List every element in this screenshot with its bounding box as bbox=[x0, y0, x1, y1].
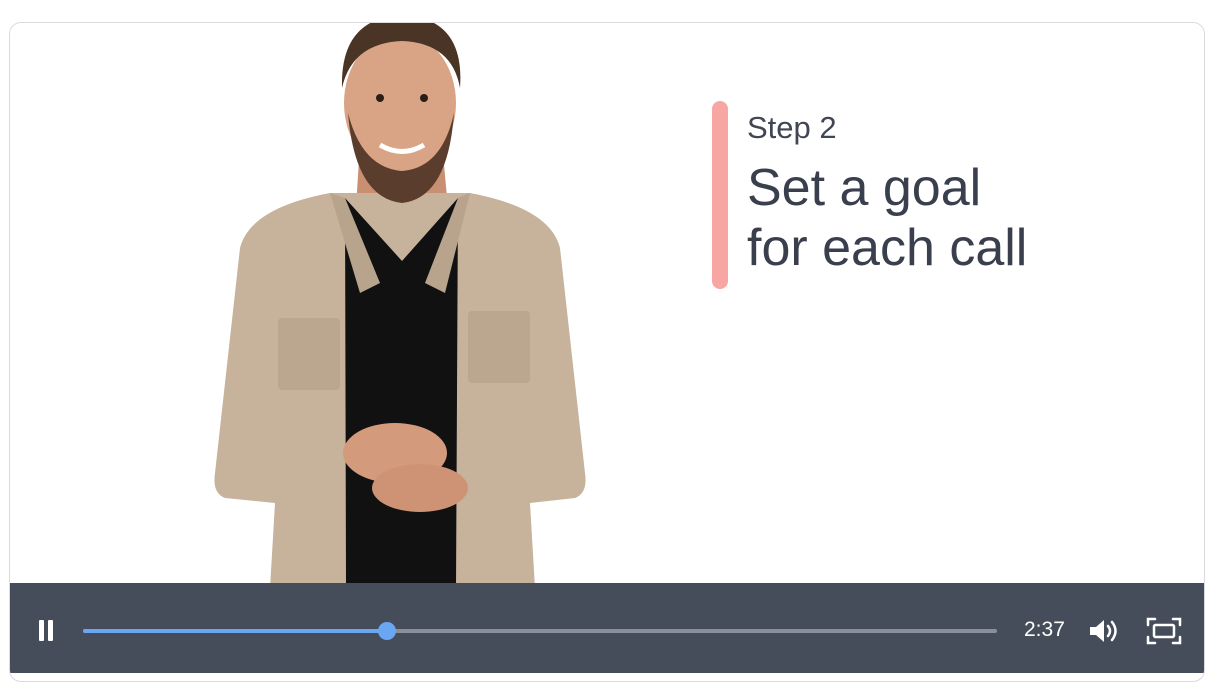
progress-fill bbox=[83, 629, 388, 633]
progress-handle[interactable] bbox=[378, 622, 397, 640]
fullscreen-icon bbox=[1146, 617, 1182, 645]
caption-accent-bar bbox=[712, 101, 728, 289]
pause-button[interactable] bbox=[36, 620, 58, 642]
presenter-figure bbox=[214, 23, 586, 588]
step-title-line-2: for each call bbox=[747, 219, 1028, 277]
presenter-video-frame bbox=[180, 23, 620, 588]
control-bar: 2:37 bbox=[10, 583, 1204, 673]
step-title: Set a goal for each call bbox=[747, 158, 1027, 278]
volume-icon bbox=[1090, 620, 1117, 642]
progress-bar[interactable] bbox=[83, 622, 997, 640]
step-caption: Step 2 Set a goal for each call bbox=[712, 101, 1027, 291]
caption-text: Step 2 Set a goal for each call bbox=[747, 101, 1027, 291]
time-display: 2:37 bbox=[1024, 618, 1065, 641]
step-label: Step 2 bbox=[747, 110, 837, 145]
step-title-line-1: Set a goal bbox=[747, 159, 982, 217]
fullscreen-button[interactable] bbox=[1145, 616, 1183, 646]
volume-button[interactable] bbox=[1088, 617, 1122, 645]
video-player[interactable]: Step 2 Set a goal for each call 2:37 bbox=[9, 22, 1205, 682]
